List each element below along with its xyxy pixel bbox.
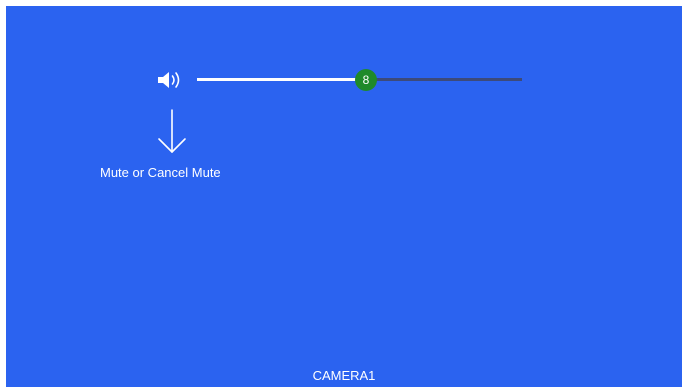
volume-value: 8: [362, 73, 370, 87]
mute-hint-text: Mute or Cancel Mute: [100, 165, 221, 180]
volume-slider-thumb[interactable]: 8: [355, 69, 377, 91]
camera-label: CAMERA1: [312, 368, 376, 383]
arrow-down-icon: [156, 108, 188, 156]
camera-osd-screen: 8 Mute or Cancel Mute CAMERA1: [6, 6, 682, 387]
volume-slider-fill: [197, 78, 366, 81]
volume-slider[interactable]: 8: [197, 68, 522, 92]
speaker-volume-icon[interactable]: [155, 69, 185, 91]
